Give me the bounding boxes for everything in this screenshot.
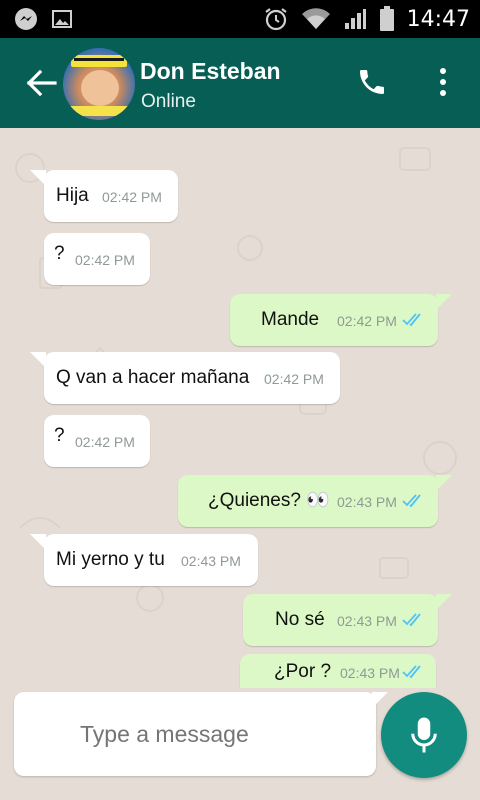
read-ticks-icon — [402, 665, 421, 679]
message-time: 02:43 PM — [181, 553, 241, 569]
message-bubble-incoming[interactable]: Hija 02:42 PM — [30, 170, 178, 222]
message-time: 02:42 PM — [102, 189, 162, 205]
more-vert-icon[interactable] — [432, 66, 454, 98]
message-text: ¿Quienes? 👀 — [208, 490, 330, 511]
message-text: Hija — [56, 185, 89, 206]
read-ticks-icon — [402, 313, 421, 327]
message-time: 02:42 PM — [264, 371, 324, 387]
message-text: ? — [54, 243, 65, 264]
message-text: No sé — [275, 609, 325, 630]
messenger-icon — [14, 7, 38, 31]
clock: 14:47 — [406, 6, 470, 32]
back-arrow-icon[interactable] — [26, 68, 58, 98]
message-text: ¿Por ? — [274, 661, 332, 682]
phone-icon[interactable] — [356, 66, 388, 98]
message-text: Mi yerno y tu — [56, 549, 165, 570]
message-time: 02:43 PM — [337, 613, 397, 629]
contact-status: Online — [141, 91, 196, 112]
avatar[interactable] — [63, 48, 135, 120]
contact-name[interactable]: Don Esteban — [140, 58, 281, 85]
message-text: Q van a hacer mañana — [56, 367, 250, 388]
message-bubble-incoming[interactable]: ? 02:42 PM — [44, 233, 150, 285]
message-bubble-incoming[interactable]: Q van a hacer mañana 02:42 PM — [30, 352, 340, 404]
message-text: ? — [54, 425, 65, 446]
message-time: 02:42 PM — [75, 434, 135, 450]
message-composer — [14, 692, 388, 776]
read-ticks-icon — [402, 494, 421, 508]
mic-icon — [411, 717, 437, 753]
message-bubble-outgoing[interactable]: No sé 02:43 PM — [243, 594, 452, 646]
message-time: 02:42 PM — [75, 252, 135, 268]
image-icon — [52, 9, 72, 29]
message-time: 02:42 PM — [337, 313, 397, 329]
message-time: 02:43 PM — [337, 494, 397, 510]
battery-icon — [379, 6, 395, 32]
message-bubble-outgoing[interactable]: ¿Quienes? 👀 02:43 PM — [178, 475, 452, 527]
alarm-icon — [263, 6, 289, 32]
message-input[interactable] — [80, 692, 360, 776]
message-bubble-incoming[interactable]: ? 02:42 PM — [44, 415, 150, 467]
mic-button[interactable] — [381, 692, 467, 778]
message-list[interactable]: Hija 02:42 PM ? 02:42 PM Mande 02:42 PM … — [0, 128, 480, 688]
message-bubble-outgoing[interactable]: ¿Por ? 02:43 PM — [240, 654, 436, 688]
message-bubble-outgoing[interactable]: Mande 02:42 PM — [230, 294, 452, 346]
status-bar: 14:47 — [0, 0, 480, 38]
message-text: Mande — [261, 309, 320, 330]
message-time: 02:43 PM — [340, 665, 400, 681]
signal-icon — [343, 7, 367, 31]
wifi-icon — [301, 7, 331, 31]
chat-header: Don Esteban Online — [0, 38, 480, 128]
read-ticks-icon — [402, 613, 421, 627]
message-bubble-incoming[interactable]: Mi yerno y tu 02:43 PM — [30, 534, 258, 586]
